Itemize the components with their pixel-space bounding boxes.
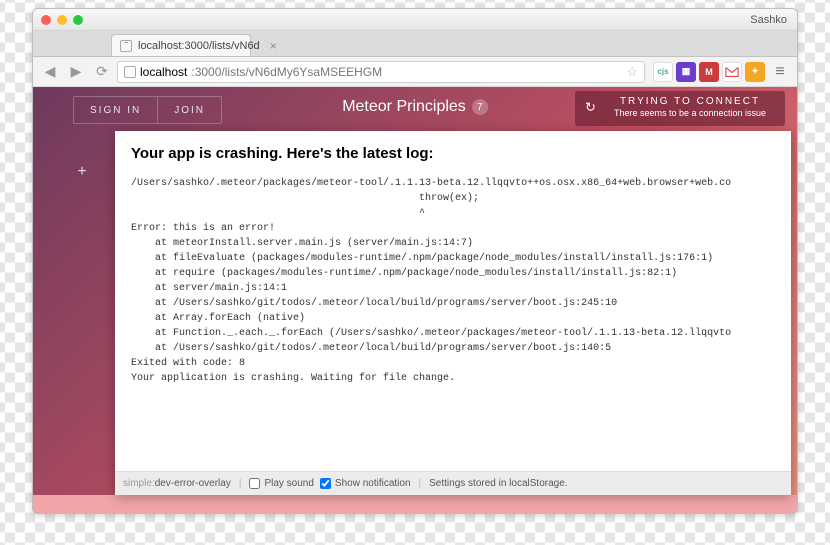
minimize-window-button[interactable] — [57, 15, 67, 25]
error-heading: Your app is crashing. Here's the latest … — [115, 131, 791, 172]
extension-orange-icon[interactable]: ✦ — [745, 62, 765, 82]
banner-title: TRYING TO CONNECT — [607, 95, 773, 108]
app-topbar: SIGN IN JOIN Meteor Principles 7 ↻ TRYIN… — [33, 87, 797, 127]
play-sound-option[interactable]: Play sound — [249, 478, 313, 489]
close-window-button[interactable] — [41, 15, 51, 25]
sign-in-button[interactable]: SIGN IN — [74, 97, 157, 123]
extension-m-icon[interactable]: M — [699, 62, 719, 82]
close-tab-button[interactable]: × — [270, 39, 277, 53]
extension-gmail-icon[interactable] — [722, 62, 742, 82]
extension-icons: cjs ▦ M ✦ — [653, 62, 765, 82]
separator: | — [419, 478, 422, 489]
url-host: localhost — [140, 65, 187, 79]
bookmark-star-icon[interactable]: ☆ — [626, 64, 638, 80]
page-title: Meteor Principles — [342, 98, 466, 116]
overlay-footer: simple:dev-error-overlay | Play sound Sh… — [115, 471, 791, 495]
dev-error-overlay: Your app is crashing. Here's the latest … — [115, 131, 791, 495]
window-titlebar: Sashko — [33, 9, 797, 31]
show-notification-label: Show notification — [335, 478, 411, 489]
tab-strip: localhost:3000/lists/vN6d × — [33, 31, 797, 57]
retry-icon[interactable]: ↻ — [585, 100, 596, 117]
page-title-wrap: Meteor Principles 7 — [342, 98, 488, 116]
connection-banner[interactable]: ↻ TRYING TO CONNECT There seems to be a … — [575, 91, 785, 126]
separator: | — [239, 478, 242, 489]
auth-buttons: SIGN IN JOIN — [73, 96, 222, 124]
address-bar[interactable]: localhost :3000/lists/vN6dMy6YsaMSEEHGM ☆ — [117, 61, 645, 83]
extension-cjs-icon[interactable]: cjs — [653, 62, 673, 82]
page-content: SIGN IN JOIN Meteor Principles 7 ↻ TRYIN… — [33, 87, 797, 513]
chrome-profile-label[interactable]: Sashko — [750, 14, 787, 26]
tab-title: localhost:3000/lists/vN6d — [138, 40, 260, 52]
bottom-strip — [33, 495, 797, 513]
show-notification-option[interactable]: Show notification — [320, 478, 411, 489]
add-list-button[interactable]: + — [73, 163, 91, 181]
url-path: :3000/lists/vN6dMy6YsaMSEEHGM — [191, 65, 382, 79]
forward-button[interactable]: ▶ — [65, 61, 87, 83]
chrome-menu-button[interactable]: ≡ — [769, 61, 791, 83]
site-info-icon[interactable] — [124, 66, 136, 78]
traffic-lights — [41, 15, 83, 25]
join-button[interactable]: JOIN — [157, 97, 221, 123]
show-notification-checkbox[interactable] — [320, 478, 331, 489]
error-log: /Users/sashko/.meteor/packages/meteor-to… — [115, 172, 791, 471]
extension-purple-icon[interactable]: ▦ — [676, 62, 696, 82]
storage-note: Settings stored in localStorage. — [429, 478, 567, 489]
page-favicon-icon — [120, 40, 132, 52]
play-sound-checkbox[interactable] — [249, 478, 260, 489]
reload-button[interactable]: ⟳ — [91, 61, 113, 83]
count-badge: 7 — [472, 99, 488, 115]
zoom-window-button[interactable] — [73, 15, 83, 25]
play-sound-label: Play sound — [264, 478, 313, 489]
browser-tab[interactable]: localhost:3000/lists/vN6d × — [111, 34, 251, 56]
back-button[interactable]: ◀ — [39, 61, 61, 83]
browser-toolbar: ◀ ▶ ⟳ localhost :3000/lists/vN6dMy6YsaMSE… — [33, 57, 797, 87]
package-name: simple:dev-error-overlay — [123, 478, 231, 489]
browser-window: Sashko localhost:3000/lists/vN6d × ◀ ▶ ⟳… — [32, 8, 798, 514]
banner-subtitle: There seems to be a connection issue — [607, 108, 773, 120]
